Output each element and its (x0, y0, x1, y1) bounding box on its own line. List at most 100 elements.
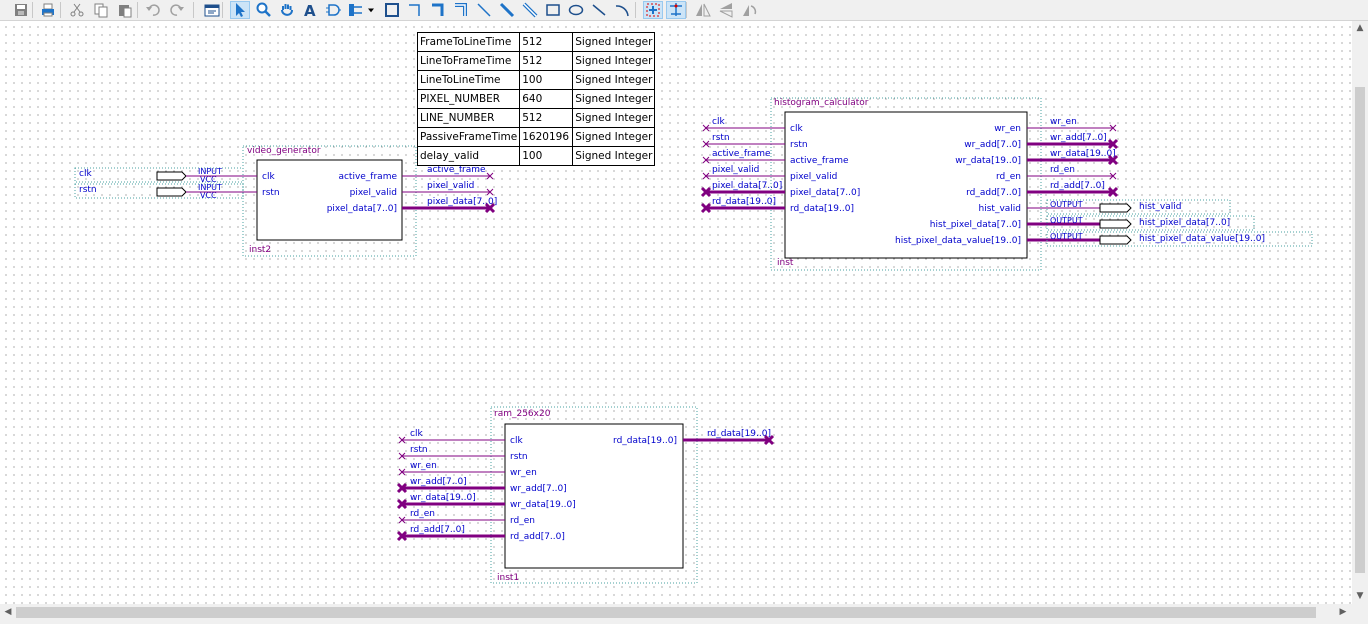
horizontal-scrollbar[interactable]: ◀ ▶ (0, 604, 1352, 621)
net-label: clk (410, 429, 423, 439)
svg-text:A: A (304, 2, 316, 18)
diagonal-bus-icon[interactable] (497, 1, 517, 19)
video-generator-port-out: active_frame (338, 172, 397, 182)
rubberbanding-icon[interactable] (666, 1, 686, 19)
vertical-scroll-thumb[interactable] (1355, 87, 1365, 573)
net-label: wr_data[19..0] (1050, 149, 1116, 159)
histogram-calculator-port-out: rd_add[7..0] (966, 188, 1021, 198)
rotate-icon[interactable] (739, 1, 759, 19)
cut-icon[interactable] (67, 1, 87, 19)
histogram-calculator-port-out: hist_valid (979, 204, 1021, 214)
parameter-name: LineToFrameTime (416, 51, 521, 71)
parameter-row[interactable]: delay_valid 100 Signed Integer (416, 146, 656, 166)
ram-port-in: rd_add[7..0] (510, 532, 565, 542)
output-pin-name: hist_pixel_data[7..0] (1139, 218, 1230, 228)
output-pin-type: OUTPUT (1050, 200, 1083, 209)
pin-tool-icon[interactable] (346, 1, 366, 19)
parameter-row[interactable]: LINE_NUMBER 512 Signed Integer (416, 108, 656, 128)
video-generator-name: video_generator (247, 146, 321, 156)
text-tool-icon[interactable]: A (300, 1, 320, 19)
parameter-value: 512 (519, 32, 574, 52)
ram-port-in: wr_en (510, 468, 537, 478)
toolbar-separator (222, 2, 223, 18)
select-pointer-icon[interactable] (230, 1, 250, 19)
input-pin-clk[interactable] (156, 171, 187, 181)
histogram-calculator-port-out: rd_en (996, 172, 1021, 182)
histogram-calculator-port-out: hist_pixel_data[7..0] (930, 220, 1021, 230)
ram-name: ram_256x20 (494, 409, 551, 419)
toolbar-separator (32, 2, 33, 18)
output-pin-type: OUTPUT (1050, 232, 1083, 241)
rectangle-icon[interactable] (543, 1, 563, 19)
output-pin-name: hist_valid (1139, 202, 1181, 212)
horizontal-scroll-thumb[interactable] (16, 607, 1316, 618)
copy-icon[interactable] (91, 1, 111, 19)
net-label: wr_data[19..0] (410, 493, 476, 503)
print-icon[interactable] (38, 1, 58, 19)
parameter-value: 512 (519, 51, 574, 71)
output-pin-symbol[interactable] (1099, 203, 1132, 213)
net-label: pixel_valid (427, 181, 474, 191)
histogram-calculator-instance: inst (777, 258, 794, 268)
input-pin-name: clk (79, 169, 92, 179)
parameter-name: PIXEL_NUMBER (416, 89, 521, 109)
parameter-row[interactable]: PIXEL_NUMBER 640 Signed Integer (416, 89, 656, 109)
scroll-right-arrow-icon[interactable]: ▶ (1336, 607, 1350, 617)
flip-vertical-icon[interactable] (716, 1, 736, 19)
histogram-calculator-port-in: rd_data[19..0] (790, 204, 854, 214)
partial-line-select-icon[interactable] (643, 1, 663, 19)
schematic-canvas[interactable]: video_generator inst2 clk rstn active_frame a… (0, 21, 1352, 604)
parameter-row[interactable]: FrameToLineTime 512 Signed Integer (416, 32, 656, 52)
arc-icon[interactable] (612, 1, 632, 19)
output-pin-symbol[interactable] (1099, 235, 1132, 245)
line-icon[interactable] (589, 1, 609, 19)
orthogonal-conduit-icon[interactable] (451, 1, 471, 19)
redo-icon[interactable] (167, 1, 187, 19)
parameter-row[interactable]: PassiveFrameTime 1620196 Signed Integer (416, 127, 656, 147)
histogram-calculator-port-in: pixel_valid (790, 172, 837, 182)
hand-pan-icon[interactable] (277, 1, 297, 19)
net-label: pixel_data[7..0] (712, 181, 782, 191)
video-generator-instance: inst2 (249, 245, 271, 255)
symbol-tool-icon[interactable] (323, 1, 343, 19)
diagonal-conduit-icon[interactable] (520, 1, 540, 19)
input-pin-rstn[interactable] (156, 187, 187, 197)
flip-horizontal-icon[interactable] (693, 1, 713, 19)
parameter-value: 512 (519, 108, 574, 128)
scroll-left-arrow-icon[interactable]: ◀ (1, 607, 15, 617)
paste-icon[interactable] (115, 1, 135, 19)
ellipse-icon[interactable] (566, 1, 586, 19)
undo-icon[interactable] (143, 1, 163, 19)
output-pin-symbol[interactable] (1099, 219, 1132, 229)
parameter-row[interactable]: LineToFrameTime 512 Signed Integer (416, 51, 656, 71)
toolbar-separator (635, 2, 636, 18)
orthogonal-bus-icon[interactable] (428, 1, 448, 19)
scroll-up-arrow-icon[interactable]: ▲ (1353, 23, 1367, 33)
vertical-scrollbar[interactable]: ▲ ▼ (1352, 21, 1368, 604)
parameter-type: Signed Integer (572, 70, 656, 90)
dropdown-arrow-icon[interactable] (365, 1, 377, 19)
video-generator-port-rstn: rstn (262, 188, 280, 198)
parameter-row[interactable]: LineToLineTime 100 Signed Integer (416, 70, 656, 90)
ram-port-in: wr_data[19..0] (510, 500, 576, 510)
diagonal-node-icon[interactable] (474, 1, 494, 19)
block-tool-icon[interactable] (382, 1, 402, 19)
scroll-down-arrow-icon[interactable]: ▼ (1353, 591, 1367, 601)
input-pin-name: rstn (79, 185, 97, 195)
zoom-icon[interactable] (254, 1, 274, 19)
orthogonal-node-icon[interactable] (405, 1, 425, 19)
parameter-name: PassiveFrameTime (416, 127, 521, 147)
histogram-calculator-port-in: clk (790, 124, 803, 134)
ram-port-in: rd_en (510, 516, 535, 526)
ram-port-in: wr_add[7..0] (510, 484, 567, 494)
hierarchy-up-icon[interactable] (202, 1, 222, 19)
save-icon[interactable] (11, 1, 31, 19)
net-label: rstn (410, 445, 428, 455)
net-label: wr_add[7..0] (410, 477, 467, 487)
histogram-calculator-port-in: pixel_data[7..0] (790, 188, 860, 198)
parameter-name: delay_valid (416, 146, 521, 166)
parameter-type: Signed Integer (572, 108, 656, 128)
video-generator-port-out: pixel_data[7..0] (327, 204, 397, 214)
net-label: active_frame (427, 165, 486, 175)
schematic-drawing[interactable]: video_generatorinst2clkrstnactive_framea… (0, 21, 1352, 604)
